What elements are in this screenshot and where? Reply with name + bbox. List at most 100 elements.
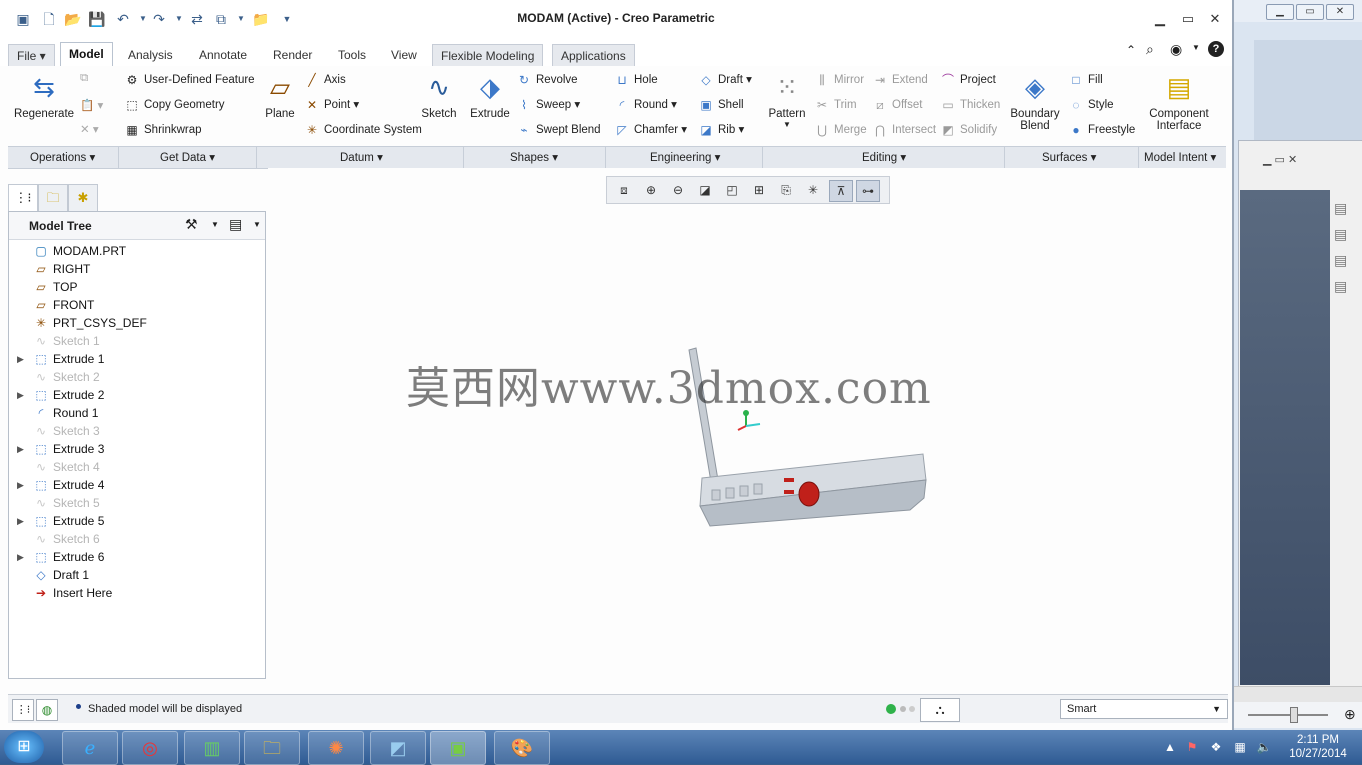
tree-settings-dropdown-icon[interactable]: ▼ (211, 220, 219, 229)
doc-icon[interactable]: ▤ (1334, 226, 1358, 252)
zoom-slider-track[interactable] (1248, 714, 1328, 716)
tree-node[interactable]: ∿ Sketch 2 (9, 368, 265, 386)
minimize-ribbon-icon[interactable]: ⌃ (1126, 43, 1136, 57)
copy-geometry-button[interactable]: ⬚ Copy Geometry (124, 97, 224, 113)
community-dropdown-icon[interactable]: ▼ (1192, 43, 1200, 52)
zoom-out-icon[interactable]: ⊖ (667, 180, 689, 200)
tree-node[interactable]: ▢ MODAM.PRT (9, 242, 265, 260)
doc-icon[interactable]: ▤ (1334, 252, 1358, 278)
solidify-button[interactable]: ◩ Solidify (940, 122, 997, 138)
expand-arrow-icon[interactable]: ▶ (17, 350, 24, 368)
close-icon[interactable]: ✕ (1326, 4, 1354, 20)
tab-flexible-modeling[interactable]: Flexible Modeling (432, 44, 544, 68)
favorites-tab-icon[interactable]: ✱ (68, 184, 98, 212)
boundary-blend-button[interactable]: ◈ Boundary Blend (1010, 70, 1060, 132)
annotation-display-icon[interactable]: ⊶ (856, 180, 880, 202)
group-operations[interactable]: Operations ▾ (30, 150, 95, 164)
expand-arrow-icon[interactable]: ▶ (17, 440, 24, 458)
tree-node[interactable]: ▱ FRONT (9, 296, 265, 314)
tree-node[interactable]: ✳ PRT_CSYS_DEF (9, 314, 265, 332)
tree-columns-icon[interactable]: ▤ (229, 216, 242, 233)
tab-file[interactable]: File ▾ (8, 44, 55, 68)
shrinkwrap-button[interactable]: ▦ Shrinkwrap (124, 122, 201, 138)
spin-center-icon[interactable]: ⊼ (829, 180, 853, 202)
refit-icon[interactable]: ⧈ (613, 180, 635, 200)
chrome-icon[interactable]: ◎ (122, 731, 178, 765)
trim-button[interactable]: ✂ Trim (814, 97, 857, 113)
paint-app-icon[interactable]: 🎨 (494, 731, 550, 765)
rib-button[interactable]: ◪ Rib ▾ (698, 122, 744, 138)
tab-view[interactable]: View (383, 44, 425, 66)
sweep-button[interactable]: ⌇ Sweep ▾ (516, 97, 580, 113)
group-surfaces[interactable]: Surfaces ▾ (1042, 150, 1096, 164)
internet-explorer-icon[interactable]: ℯ (62, 731, 118, 765)
display-style-icon[interactable]: ◰ (721, 180, 743, 200)
background-scrollbar[interactable] (1234, 686, 1362, 703)
group-engineering[interactable]: Engineering ▾ (650, 150, 720, 164)
hole-button[interactable]: ⊔ Hole (614, 72, 657, 88)
axis-button[interactable]: ╱ Axis (304, 72, 345, 88)
monitor-app-icon[interactable]: ▥ (184, 731, 240, 765)
maximize-button[interactable]: ▭ (1178, 11, 1198, 27)
tree-node[interactable]: ∿ Sketch 4 (9, 458, 265, 476)
chamfer-button[interactable]: ◸ Chamfer ▾ (614, 122, 687, 138)
extrude-button[interactable]: ⬗ Extrude (470, 70, 510, 120)
show-hidden-icons[interactable]: ▲ (1162, 739, 1178, 755)
tree-node[interactable]: ▶ ⬚ Extrude 6 (9, 548, 265, 566)
tree-node[interactable]: ➔ Insert Here (9, 584, 265, 602)
tree-node[interactable]: ▶ ⬚ Extrude 1 (9, 350, 265, 368)
action-center-icon[interactable]: ⚑ (1184, 739, 1200, 755)
thicken-button[interactable]: ▭ Thicken (940, 97, 1000, 113)
toggle-browser-icon[interactable]: ◍ (36, 699, 58, 721)
expand-arrow-icon[interactable]: ▶ (17, 476, 24, 494)
file-explorer-icon[interactable]: 🗀 (244, 731, 300, 765)
revolve-button[interactable]: ↻ Revolve (516, 72, 578, 88)
tree-node[interactable]: ▶ ⬚ Extrude 4 (9, 476, 265, 494)
model-tree-tab-icon[interactable]: ⋮⁝ (8, 184, 38, 212)
volume-muted-icon[interactable]: 🔈 (1256, 739, 1272, 755)
tree-node[interactable]: ▱ RIGHT (9, 260, 265, 278)
datum-display-icon[interactable]: ✳ (802, 180, 824, 200)
delete-icon[interactable]: ✕ ▾ (80, 122, 99, 136)
group-shapes[interactable]: Shapes ▾ (510, 150, 558, 164)
mirror-button[interactable]: ⫼ Mirror (814, 72, 864, 88)
tab-applications[interactable]: Applications (552, 44, 635, 68)
tree-node[interactable]: ∿ Sketch 3 (9, 422, 265, 440)
intersect-button[interactable]: ⋂ Intersect (872, 122, 936, 138)
regenerate-button[interactable]: ⇆ Regenerate (12, 70, 76, 120)
round-button[interactable]: ◜ Round ▾ (614, 97, 677, 113)
tab-annotate[interactable]: Annotate (191, 44, 255, 66)
saved-orientations-icon[interactable]: ⊞ (748, 180, 770, 200)
extend-button[interactable]: ⇥ Extend (872, 72, 928, 88)
project-button[interactable]: ⌒ Project (940, 72, 996, 88)
zoom-slider-thumb[interactable] (1290, 707, 1298, 723)
maximize-icon[interactable]: ▭ (1296, 4, 1324, 20)
group-datum[interactable]: Datum ▾ (340, 150, 383, 164)
creo-app-icon[interactable]: ◩ (370, 731, 426, 765)
find-icon[interactable]: ⛬ (920, 698, 960, 722)
expand-arrow-icon[interactable]: ▶ (17, 548, 24, 566)
tree-node[interactable]: ∿ Sketch 5 (9, 494, 265, 512)
coordinate-system-button[interactable]: ✳ Coordinate System (304, 122, 422, 138)
freestyle-button[interactable]: ● Freestyle (1068, 122, 1135, 138)
tree-node[interactable]: ◜ Round 1 (9, 404, 265, 422)
minimize-icon[interactable]: ▁ (1266, 4, 1294, 20)
style-button[interactable]: ◌ Style (1068, 97, 1113, 113)
tab-model[interactable]: Model (60, 42, 113, 67)
component-interface-button[interactable]: ▤ Component Interface (1146, 70, 1212, 132)
expand-arrow-icon[interactable]: ▶ (17, 386, 24, 404)
swept-blend-button[interactable]: ⌁ Swept Blend (516, 122, 600, 138)
sketch-button[interactable]: ∿ Sketch (420, 70, 458, 120)
community-icon[interactable]: ◉ (1170, 41, 1182, 58)
tree-node[interactable]: ∿ Sketch 6 (9, 530, 265, 548)
help-icon[interactable]: ? (1208, 41, 1224, 57)
tree-node[interactable]: ∿ Sketch 1 (9, 332, 265, 350)
creo-active-app-icon[interactable]: ▣ (430, 731, 486, 765)
group-get-data[interactable]: Get Data ▾ (160, 150, 215, 164)
doc-icon[interactable]: ▤ (1334, 278, 1358, 304)
fill-button[interactable]: □ Fill (1068, 72, 1102, 88)
paste-icon[interactable]: 📋 ▾ (80, 98, 103, 112)
tree-node[interactable]: ▶ ⬚ Extrude 2 (9, 386, 265, 404)
start-button[interactable]: ⊞ (4, 731, 44, 763)
view-manager-icon[interactable]: ⎘ (775, 180, 797, 200)
